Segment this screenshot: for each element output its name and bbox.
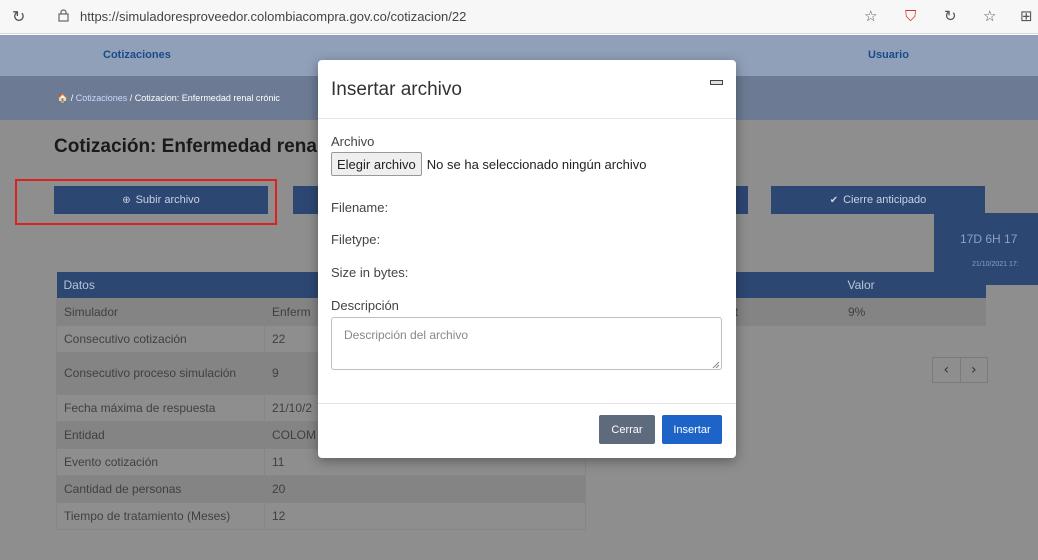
favorites-icon[interactable]: ☆: [983, 7, 996, 25]
row-label: Cantidad de personas: [56, 474, 265, 503]
breadcrumb-current: Cotizacion: Enfermedad renal crónic: [134, 93, 280, 103]
pagination: ‹ ›: [932, 357, 988, 383]
row-value: 12: [264, 501, 586, 530]
breadcrumb-link-cotizaciones[interactable]: Cotizaciones: [76, 93, 128, 103]
row-value: 9%: [840, 297, 986, 326]
next-page-icon[interactable]: ›: [961, 358, 988, 382]
breadcrumb-separator: /: [68, 93, 76, 103]
refresh-extension-icon[interactable]: ↻: [944, 7, 957, 25]
address-bar[interactable]: https://simuladoresproveedor.colombiacom…: [80, 9, 466, 24]
resize-handle-icon[interactable]: [712, 361, 720, 369]
minimize-icon[interactable]: [710, 80, 723, 85]
description-textarea[interactable]: Descripción del archivo: [331, 317, 722, 370]
file-status: No se ha seleccionado ningún archivo: [426, 156, 647, 172]
values-table: Valor ot9%: [720, 272, 986, 326]
insert-file-modal: Insertar archivo Archivo Elegir archivo …: [318, 60, 736, 458]
nav-link-usuario[interactable]: Usuario: [868, 49, 909, 61]
prev-page-icon[interactable]: ‹: [933, 358, 961, 382]
modal-title: Insertar archivo: [331, 79, 462, 100]
row-label: Consecutivo cotización: [56, 324, 265, 353]
choose-file-button[interactable]: Elegir archivo: [331, 152, 422, 176]
row-label: Tiempo de tratamiento (Meses): [56, 501, 265, 530]
table-row: Cantidad de personas 20: [56, 474, 586, 503]
highlight-box: [15, 179, 277, 225]
browser-toolbar: ↻ https://simuladoresproveedor.colombiac…: [0, 0, 1038, 34]
row-label: Simulador: [56, 297, 265, 326]
filetype-label: Filetype:: [331, 232, 381, 247]
file-input: Elegir archivo No se ha seleccionado nin…: [331, 152, 646, 176]
filename-label: Filename:: [331, 200, 389, 215]
row-label: Consecutivo proceso simulación: [56, 351, 265, 395]
size-label: Size in bytes:: [331, 265, 409, 280]
table-row: Tiempo de tratamiento (Meses) 12: [56, 501, 586, 530]
close-early-button[interactable]: ✔ Cierre anticipado: [771, 186, 985, 214]
close-early-label: Cierre anticipado: [843, 194, 927, 206]
table-row: ot9%: [720, 297, 986, 326]
collections-icon[interactable]: ⊞: [1020, 7, 1033, 25]
nav-link-cotizaciones[interactable]: Cotizaciones: [103, 49, 171, 61]
reload-icon[interactable]: ↻: [12, 7, 25, 26]
modal-header: Insertar archivo: [318, 60, 736, 119]
row-label: Fecha máxima de respuesta: [56, 393, 265, 422]
close-button[interactable]: Cerrar: [599, 415, 655, 444]
countdown-date: 21/10/2021 17:: [972, 261, 1019, 268]
favorite-star-icon[interactable]: ☆: [864, 7, 877, 25]
home-icon[interactable]: 🏠: [57, 93, 68, 103]
insert-button[interactable]: Insertar: [662, 415, 722, 444]
row-value: 20: [264, 474, 586, 503]
row-label: Entidad: [56, 420, 265, 449]
description-label: Descripción: [331, 298, 399, 313]
row-label: ot: [720, 297, 841, 326]
page-title: Cotización: Enfermedad rena: [54, 136, 317, 157]
extension-shield-icon[interactable]: ⛉: [905, 7, 916, 25]
check-icon: ✔: [829, 194, 839, 206]
lock-icon[interactable]: [58, 9, 69, 22]
countdown-timer: 17D 6H 17: [960, 232, 1018, 246]
breadcrumb-separator: /: [127, 93, 135, 103]
file-label: Archivo: [331, 134, 375, 149]
row-label: Evento cotización: [56, 447, 265, 476]
values-header: Valor: [840, 272, 986, 298]
